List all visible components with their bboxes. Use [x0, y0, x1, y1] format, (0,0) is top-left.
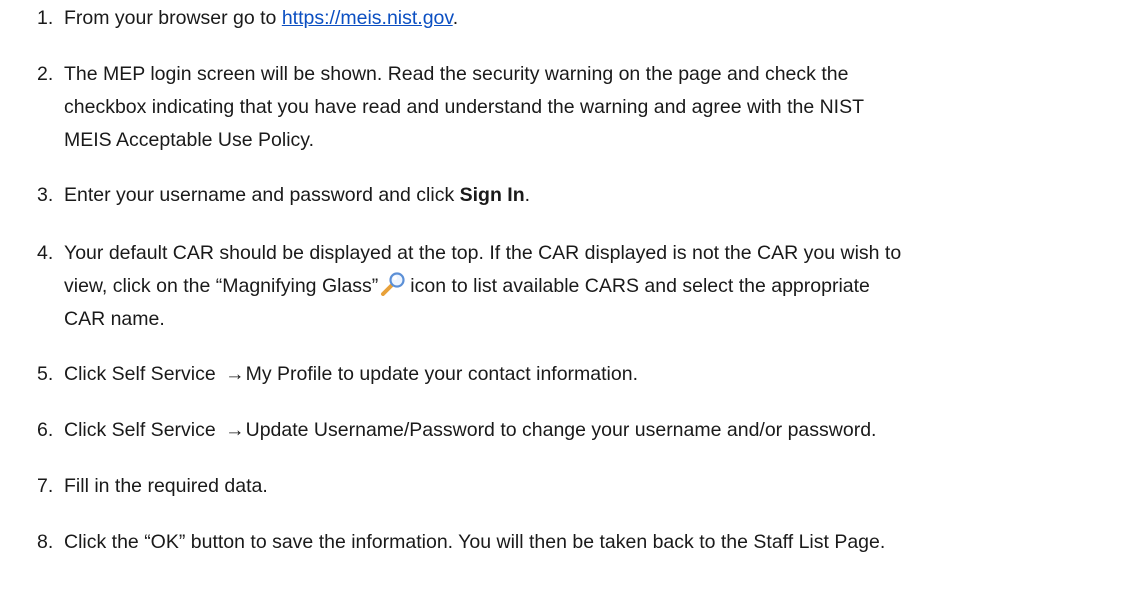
step-6-pre: Click Self Service — [64, 419, 222, 441]
meis-link[interactable]: https://meis.nist.gov — [282, 7, 453, 29]
step-3-post: . — [524, 184, 531, 206]
step-4-line-2-post: icon to list available CARS and select t… — [410, 275, 870, 297]
step-number: 3. — [37, 184, 54, 206]
step-number: 6. — [37, 419, 54, 441]
step-number: 7. — [37, 475, 54, 497]
step-1-pre: From your browser go to — [64, 7, 282, 29]
step-4-line-1: Your default CAR should be displayed at … — [64, 242, 902, 264]
step-number: 4. — [37, 242, 54, 264]
step-text: Your default CAR should be displayed at … — [64, 237, 1144, 336]
step-number: 2. — [37, 63, 54, 85]
arrow-right-icon: → — [225, 363, 245, 385]
step-text: The MEP login screen will be shown. Read… — [64, 58, 1144, 157]
step-2-line-2: checkbox indicating that you have read a… — [64, 96, 865, 118]
step-5-pre: Click Self Service — [64, 363, 222, 385]
step-text: From your browser go to https://meis.nis… — [64, 2, 1144, 35]
step-text: Enter your username and password and cli… — [64, 179, 1144, 212]
step-4-line-2: view, click on the “Magnifying Glass” ico… — [64, 270, 1144, 303]
step-2-line-3: MEIS Acceptable Use Policy. — [64, 129, 314, 151]
step-3-pre: Enter your username and password and cli… — [64, 184, 460, 206]
step-2-line-1: The MEP login screen will be shown. Read… — [64, 63, 849, 85]
step-number: 5. — [37, 363, 54, 385]
sign-in-label: Sign In — [459, 184, 525, 206]
step-4-line-2-pre: view, click on the “Magnifying Glass” — [64, 275, 379, 297]
step-6-post: Update Username/Password to change your … — [245, 419, 877, 441]
step-4-line-3: CAR name. — [64, 308, 165, 330]
step-text: Click Self Service →My Profile to update… — [64, 358, 1144, 391]
step-5-post: My Profile to update your contact inform… — [245, 363, 638, 385]
step-text: Click Self Service →Update Username/Pass… — [64, 414, 1144, 447]
step-number: 1. — [37, 7, 54, 29]
step-text: Fill in the required data. — [64, 475, 268, 497]
step-text: Click the “OK” button to save the inform… — [64, 531, 886, 553]
step-1-post: . — [452, 7, 459, 29]
arrow-right-icon: → — [225, 419, 245, 441]
magnifying-glass-icon — [379, 272, 407, 296]
step-number: 8. — [37, 531, 54, 553]
